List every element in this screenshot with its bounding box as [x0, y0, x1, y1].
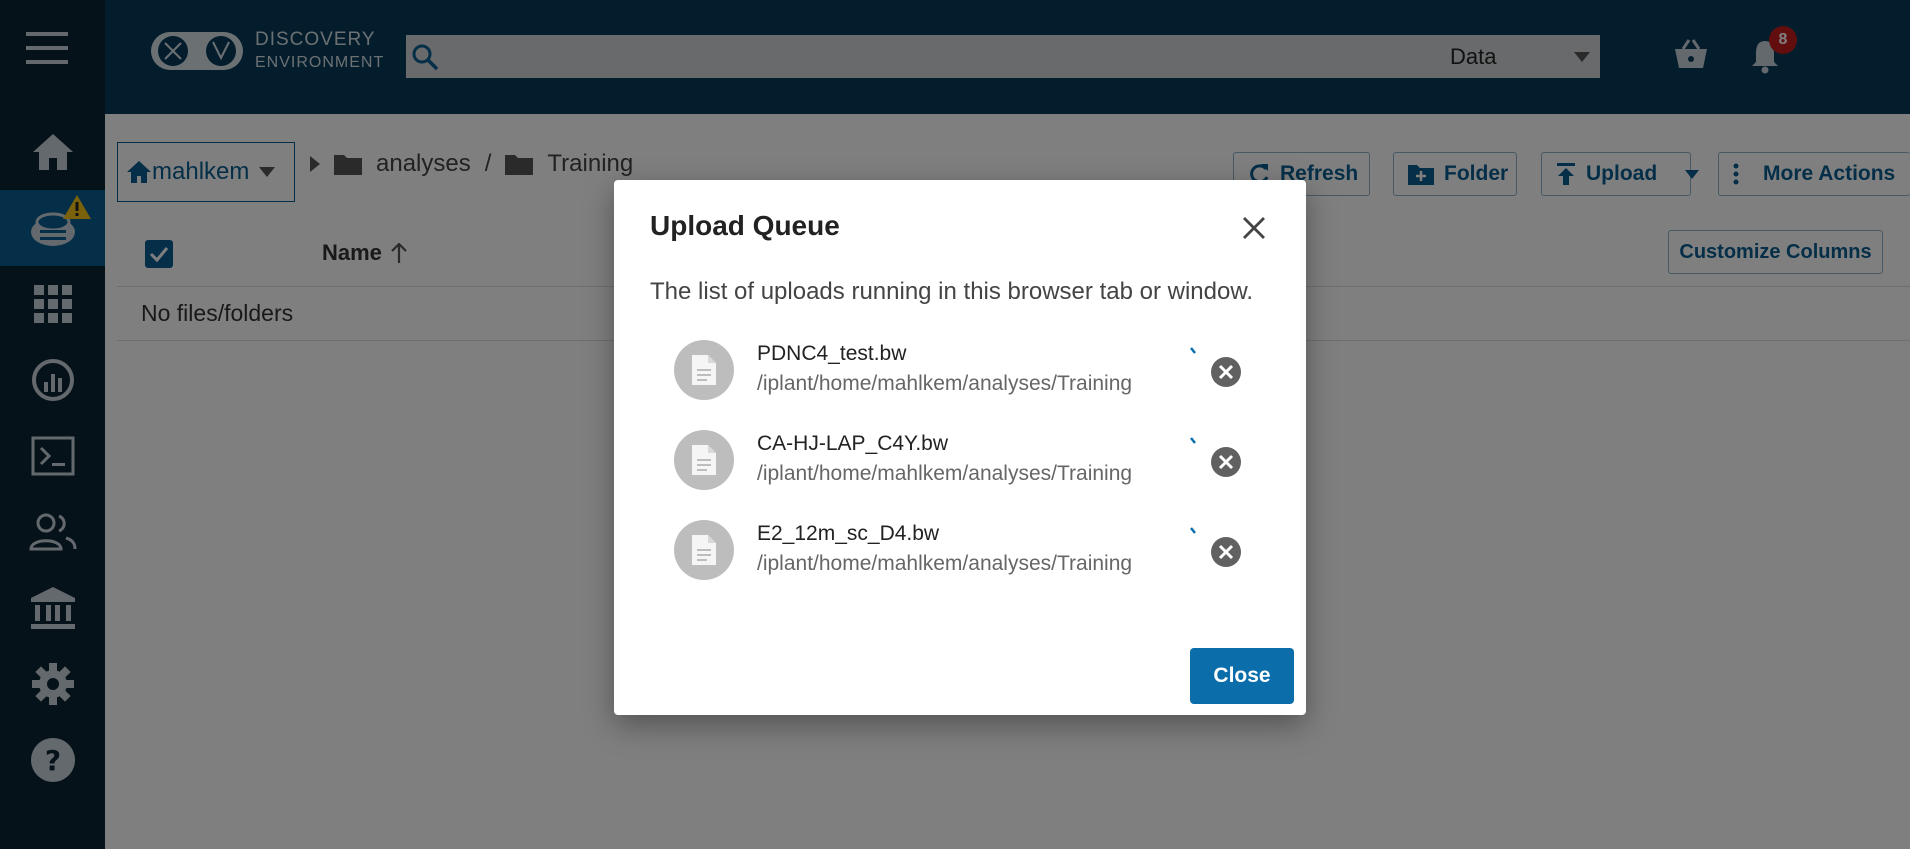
- file-name: CA-HJ-LAP_C4Y.bw: [757, 432, 949, 455]
- file-icon: [674, 340, 734, 400]
- file-path: /iplant/home/mahlkem/analyses/Training: [757, 552, 1133, 575]
- list-item: PDNC4_test.bw /iplant/home/mahlkem/analy…: [674, 336, 1274, 406]
- cancel-icon[interactable]: [1210, 446, 1242, 478]
- list-item: E2_12m_sc_D4.bw /iplant/home/mahlkem/ana…: [674, 516, 1274, 586]
- file-path: /iplant/home/mahlkem/analyses/Training: [757, 462, 1133, 485]
- cancel-icon[interactable]: [1210, 536, 1242, 568]
- dialog-description: The list of uploads running in this brow…: [650, 278, 1253, 305]
- progress-spinner-icon: [1189, 436, 1199, 446]
- dialog-title: Upload Queue: [650, 210, 840, 241]
- file-name: PDNC4_test.bw: [757, 342, 907, 365]
- list-item: CA-HJ-LAP_C4Y.bw /iplant/home/mahlkem/an…: [674, 426, 1274, 496]
- progress-spinner-icon: [1189, 346, 1199, 356]
- upload-queue-dialog: Upload Queue The list of uploads running…: [614, 180, 1306, 715]
- file-icon: [674, 520, 734, 580]
- progress-spinner-icon: [1189, 526, 1199, 536]
- close-button[interactable]: Close: [1190, 648, 1294, 704]
- cancel-icon[interactable]: [1210, 356, 1242, 388]
- close-icon[interactable]: [1242, 216, 1266, 240]
- file-icon: [674, 430, 734, 490]
- file-path: /iplant/home/mahlkem/analyses/Training: [757, 372, 1133, 395]
- file-name: E2_12m_sc_D4.bw: [757, 522, 940, 545]
